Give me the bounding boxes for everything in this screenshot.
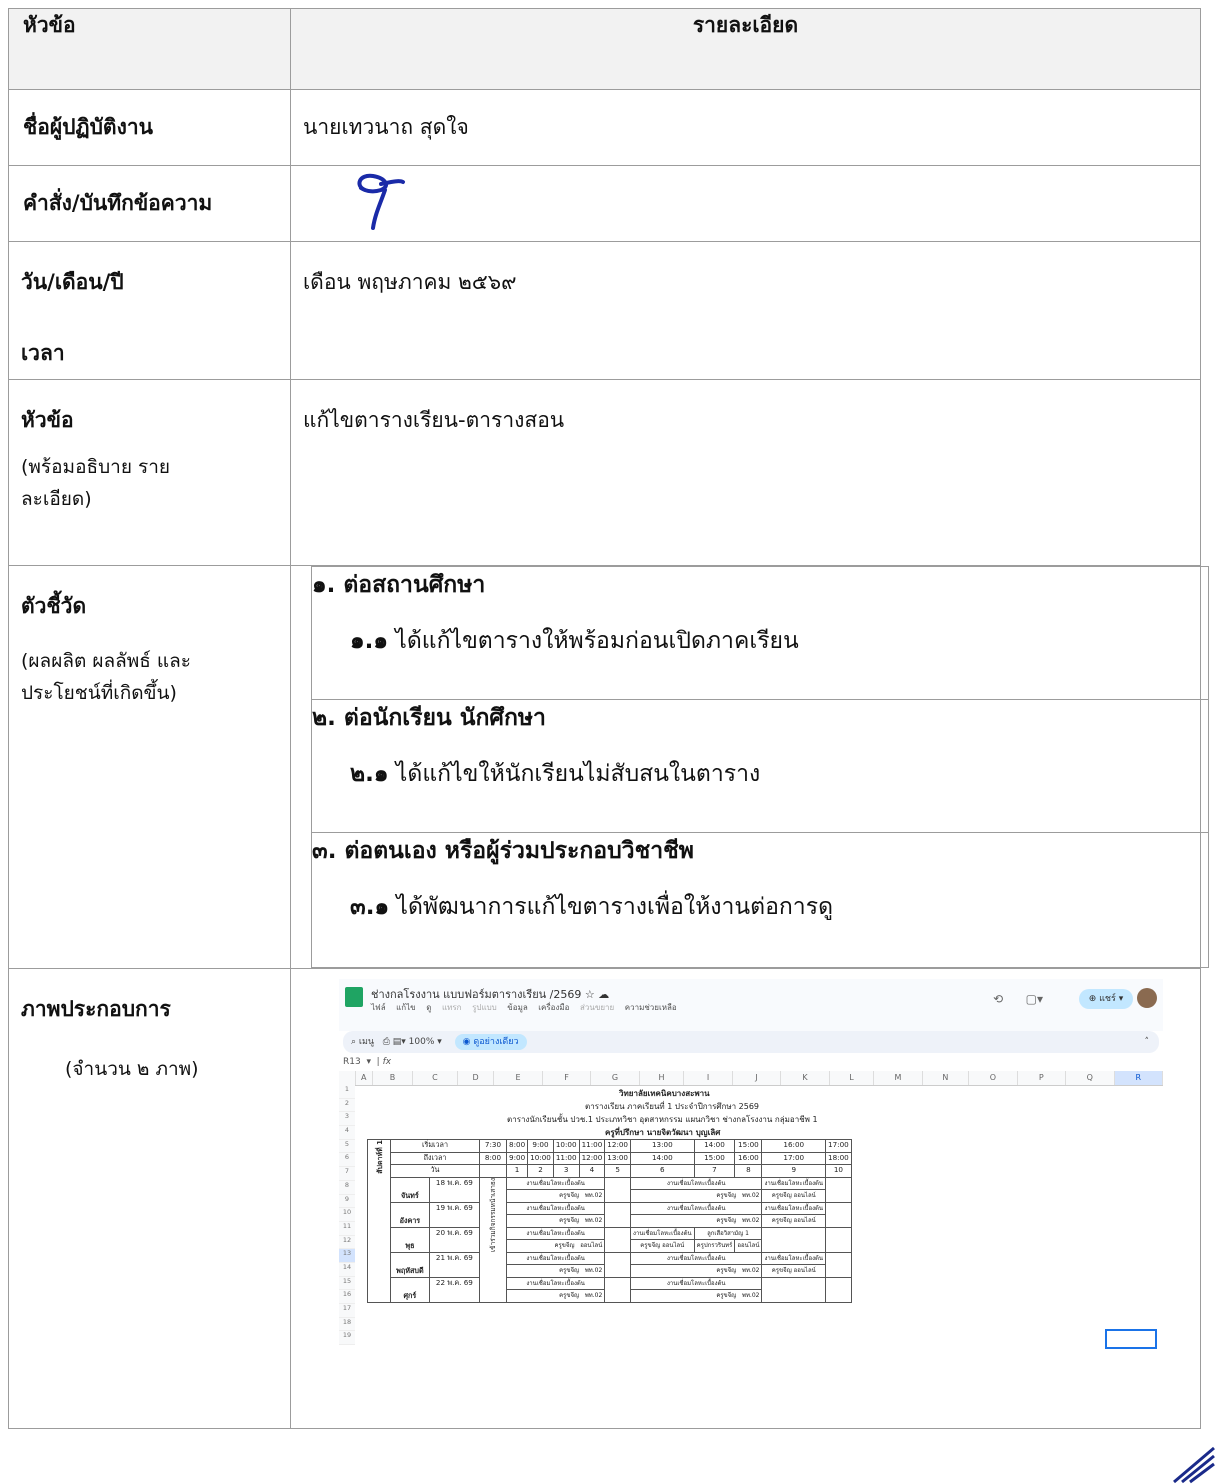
- performer-value: นายเทวนาถ สุดใจ: [303, 115, 469, 139]
- collapse-icon: ˄: [1144, 1037, 1150, 1047]
- sheet-title-1: วิทยาลัยเทคนิคบางสะพาน: [619, 1089, 710, 1098]
- menu-tools[interactable]: เครื่องมือ: [538, 1003, 569, 1012]
- row-headers: 123 456 789 10 11 12 13 14 15 16 17 18 19: [339, 1085, 355, 1346]
- timetable: สัปดาห์ที่ 1 เริ่มเวลา 7:30 8:00 9:00 10:0…: [367, 1139, 852, 1303]
- sheet-menu: ไฟล์ แก้ไข ดู แทรก รูปแบบ ข้อมูล เครื่อง…: [371, 1001, 685, 1014]
- date-value: เดือน พฤษภาคม ๒๕๖๙: [303, 270, 517, 294]
- sheet-toolbar: ⌕ เมนู ⎙ ▤▾ 100% ▾ ◉ ดูอย่างเดียว ˄: [343, 1031, 1159, 1053]
- menu-extensions[interactable]: ส่วนขยาย: [580, 1003, 614, 1012]
- zoom-select[interactable]: 100%: [409, 1037, 435, 1047]
- indicator-item-2: ๒.๑ ได้แก้ไขให้นักเรียนไม่สับสนในตาราง: [350, 761, 761, 787]
- header-topic: หัวข้อ: [8, 8, 291, 90]
- selected-cell[interactable]: [1105, 1329, 1157, 1349]
- menu-edit[interactable]: แก้ไข: [396, 1003, 416, 1012]
- menu-format[interactable]: รูปแบบ: [472, 1003, 497, 1012]
- formula-bar: R13 ▾ | fx: [343, 1057, 392, 1067]
- date-label: วัน/เดือน/ปี: [21, 270, 124, 294]
- signature-cell: [290, 165, 1201, 242]
- sheet-title-4: ครูที่ปรึกษา นายจิตวัฒนา บุญเลิศ: [605, 1128, 721, 1137]
- menu-view[interactable]: ดู: [426, 1003, 431, 1012]
- indicator-title-2: ๒. ต่อนักเรียน นักศึกษา: [312, 705, 546, 731]
- sheet-topbar: ช่างกลโรงงาน แบบฟอร์มตารางเรียน /2569 ☆ …: [339, 979, 1163, 1031]
- share-button[interactable]: ⊕ แชร์ ▾: [1079, 989, 1133, 1009]
- sheet-title-2: ตารางเรียน ภาคเรียนที่ 1 ประจำปีการศึกษา…: [585, 1102, 760, 1111]
- images-sublabel: (จำนวน ๒ ภาพ): [65, 1058, 199, 1080]
- cloud-icon: ☁: [598, 988, 610, 1001]
- indicators-table: ๑. ต่อสถานศึกษา ๑.๑ ได้แก้ไขตารางให้พร้อ…: [311, 566, 1209, 968]
- header-detail: รายละเอียด: [290, 8, 1201, 90]
- meet-icon[interactable]: ▢▾: [1026, 992, 1043, 1006]
- print-icon: ⎙: [382, 1037, 390, 1047]
- sheets-logo-icon: [345, 987, 363, 1007]
- topic-label: หัวข้อ: [21, 408, 74, 432]
- time-label: เวลา: [21, 341, 65, 365]
- menu-file[interactable]: ไฟล์: [371, 1003, 386, 1012]
- star-icon: ☆: [584, 988, 595, 1001]
- history-icon[interactable]: ⟲: [993, 992, 1003, 1006]
- indicator-title-1: ๑. ต่อสถานศึกษา: [312, 572, 486, 598]
- sheet-title-3: ตารางนักเรียนชั้น ปวช.1 ประเภทวิชา อุตสา…: [507, 1115, 818, 1124]
- avatar[interactable]: [1137, 988, 1157, 1008]
- spreadsheet-screenshot: ช่างกลโรงงาน แบบฟอร์มตารางเรียน /2569 ☆ …: [339, 979, 1163, 1399]
- menu-insert[interactable]: แทรก: [442, 1003, 462, 1012]
- topic-sublabel: (พร้อมอธิบาย รายละเอียด): [21, 456, 170, 510]
- corner-decoration: [1173, 1446, 1215, 1484]
- performer-label: ชื่อผู้ปฏิบัติงาน: [23, 115, 153, 139]
- menu-search[interactable]: เมนู: [359, 1037, 374, 1047]
- indicator-item-1: ๑.๑ ได้แก้ไขตารางให้พร้อมก่อนเปิดภาคเรีย…: [350, 628, 799, 654]
- search-icon: ⌕: [351, 1037, 357, 1047]
- menu-data[interactable]: ข้อมูล: [507, 1003, 527, 1012]
- paint-format-icon: ▤▾: [392, 1037, 406, 1047]
- indicator-item-3: ๓.๑ ได้พัฒนาการแก้ไขตารางเพื่อให้งานต่อก…: [350, 894, 834, 920]
- menu-help[interactable]: ความช่วยเหลือ: [625, 1003, 677, 1012]
- images-label: ภาพประกอบการ: [21, 997, 171, 1021]
- order-label: คำสั่ง/บันทึกข้อความ: [23, 191, 213, 215]
- signature-mark: [357, 173, 405, 230]
- view-mode-button[interactable]: ◉ ดูอย่างเดียว: [454, 1034, 527, 1050]
- column-headers: A B C D E F G H I J K L M N O P Q R: [339, 1071, 1163, 1086]
- report-table: หัวข้อ รายละเอียด ชื่อผู้ปฏิบัติงาน นายเ…: [8, 8, 1209, 1429]
- topic-value: แก้ไขตารางเรียน-ตารางสอน: [303, 408, 565, 432]
- indicators-sublabel: (ผลผลิต ผลลัพธ์ และประโยชน์ที่เกิดขึ้น): [21, 650, 192, 704]
- indicator-title-3: ๓. ต่อตนเอง หรือผู้ร่วมประกอบวิชาชีพ: [312, 838, 694, 864]
- indicators-label: ตัวชี้วัด: [21, 594, 87, 618]
